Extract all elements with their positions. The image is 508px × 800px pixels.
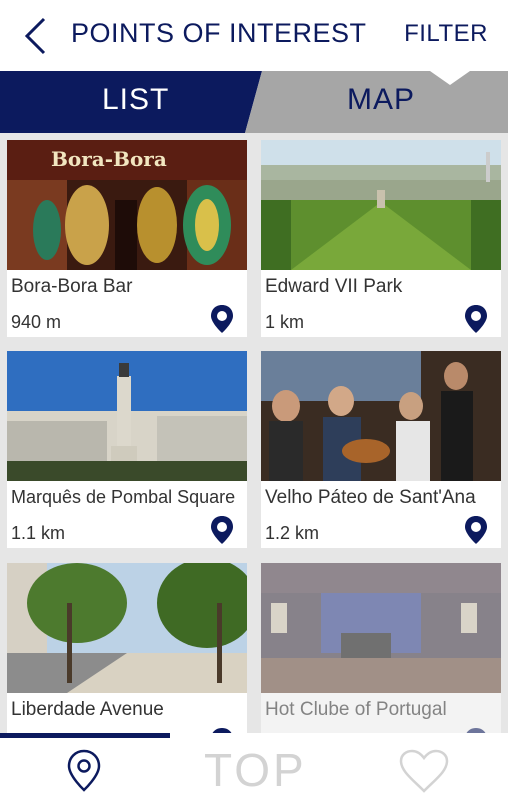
scroll-indicator	[486, 152, 490, 182]
poi-name: Liberdade Avenue	[11, 699, 164, 720]
tab-map[interactable]: MAP	[347, 83, 415, 117]
poi-photo	[261, 140, 501, 270]
poi-photo	[7, 351, 247, 481]
poi-card-bora-bora[interactable]: Bora-Bora Bora-Bora Bar 940 m	[7, 140, 247, 337]
page-title: POINTS OF INTEREST	[71, 18, 367, 48]
poi-name: Hot Clube of Portugal	[265, 699, 447, 720]
poi-card-liberdade-avenue[interactable]: Liberdade Avenue	[7, 563, 247, 733]
poi-grid: Bora-Bora Bora-Bora Bar 940 m Edward VII	[0, 133, 508, 733]
nav-nearby[interactable]	[0, 733, 170, 800]
poi-name: Marquês de Pombal Square	[11, 487, 236, 507]
view-tabs: LIST MAP	[0, 71, 508, 133]
poi-name: Edward VII Park	[265, 276, 403, 297]
top-label: TOP	[204, 744, 307, 796]
tabs-background	[0, 71, 508, 133]
poi-name: Velho Páteo de Sant'Ana	[265, 487, 476, 508]
poi-photo	[261, 351, 501, 481]
nav-top[interactable]: TOP	[170, 733, 338, 800]
poi-photo: Bora-Bora	[7, 140, 247, 270]
poi-card-velho-pateo[interactable]: Velho Páteo de Sant'Ana 1.2 km	[261, 351, 501, 548]
bottom-nav: TOP	[0, 733, 508, 800]
location-pin-icon	[67, 749, 101, 792]
poi-distance: 1.2 km	[265, 523, 320, 543]
poi-name: Bora-Bora Bar	[11, 276, 133, 297]
photo-sign-text: Bora-Bora	[51, 147, 167, 171]
poi-card-edward-vii-park[interactable]: Edward VII Park 1 km	[261, 140, 501, 337]
location-pin-icon	[211, 516, 233, 544]
poi-card-hot-clube[interactable]: Hot Clube of Portugal	[261, 563, 501, 733]
poi-distance: 940 m	[11, 312, 62, 332]
filter-button[interactable]: FILTER	[404, 20, 488, 48]
poi-photo	[261, 563, 501, 693]
heart-icon	[399, 749, 449, 793]
poi-photo	[7, 563, 247, 693]
poi-card-marques-de-pombal[interactable]: Marquês de Pombal Square 1.1 km	[7, 351, 247, 548]
poi-distance: 1 km	[265, 312, 305, 332]
back-arrow-icon[interactable]	[22, 16, 48, 56]
nav-favorites[interactable]	[338, 733, 508, 800]
tab-list[interactable]: LIST	[102, 83, 169, 117]
location-pin-icon	[465, 305, 487, 333]
location-pin-icon	[465, 516, 487, 544]
app-header: POINTS OF INTEREST FILTER	[0, 0, 508, 71]
location-pin-icon	[211, 305, 233, 333]
poi-distance: 1.1 km	[11, 523, 66, 543]
